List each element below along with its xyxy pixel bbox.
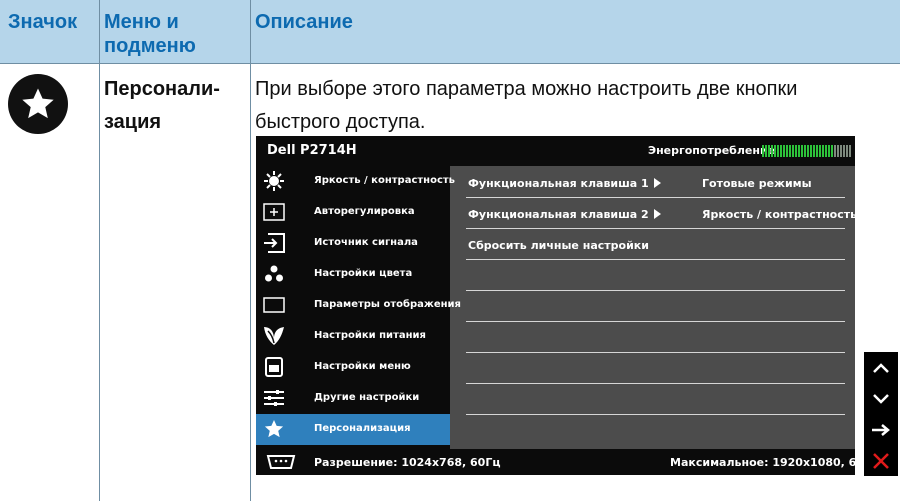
menu-item-auto-adjust[interactable]: Авторегулировка — [256, 197, 450, 228]
submenu-arrow-icon — [654, 178, 661, 188]
osd-title: Dell P2714H — [267, 143, 357, 158]
row-description: При выборе этого параметра можно настрои… — [255, 78, 798, 133]
energy-segment — [792, 145, 794, 157]
energy-segment — [813, 145, 815, 157]
row-menu-name: Персонали-зация — [104, 78, 220, 133]
menu-item-label: Яркость / контрастность — [314, 175, 455, 186]
menu-item-personalize[interactable]: Персонализация — [256, 414, 450, 445]
enter-arrow-icon[interactable] — [864, 414, 898, 445]
energy-label: Энергопотребление — [648, 144, 776, 157]
energy-segment — [807, 145, 809, 157]
energy-segment — [810, 145, 812, 157]
menu-item-other[interactable]: Другие настройки — [256, 383, 450, 414]
energy-segment — [786, 145, 788, 157]
brightness-icon — [262, 170, 286, 192]
menu-item-label: Другие настройки — [314, 392, 420, 403]
energy-segment — [846, 145, 848, 157]
leaf-icon — [262, 325, 286, 347]
submenu-row[interactable]: Функциональная клавиша 2 Яркость / контр… — [466, 199, 855, 229]
display-icon — [262, 294, 286, 316]
submenu-empty-row — [466, 385, 845, 415]
submenu-row[interactable]: Функциональная клавиша 1 Готовые режимы — [466, 168, 845, 198]
header-menu: Меню и подменю — [104, 11, 196, 57]
submenu-empty-row — [466, 354, 845, 384]
menu-item-brightness[interactable]: Яркость / контрастность — [256, 166, 455, 197]
menu-item-label: Персонализация — [314, 423, 411, 434]
column-divider — [250, 0, 251, 501]
monitor-buttons — [864, 352, 898, 476]
vga-connector-icon — [266, 454, 296, 474]
osd-screenshot: Dell P2714H Энергопотребление Яркость / … — [256, 136, 855, 475]
input-source-icon — [262, 232, 286, 254]
energy-segment — [816, 145, 818, 157]
energy-segment — [783, 145, 785, 157]
submenu-label: Функциональная клавиша 1 — [468, 177, 649, 190]
energy-segment — [828, 145, 830, 157]
submenu-empty-row — [466, 292, 845, 322]
energy-segment — [837, 145, 839, 157]
energy-segment — [762, 145, 764, 157]
header-description: Описание — [255, 11, 353, 33]
energy-segment — [834, 145, 836, 157]
submenu-value: Готовые режимы — [702, 177, 812, 190]
menu-item-menu[interactable]: Настройки меню — [256, 352, 450, 383]
energy-segment — [840, 145, 842, 157]
submenu-value: Яркость / контрастность — [702, 208, 855, 221]
column-divider — [99, 0, 100, 501]
close-x-icon[interactable] — [864, 445, 898, 476]
energy-segment — [798, 145, 800, 157]
energy-meter — [762, 145, 851, 157]
header-icon: Значок — [8, 11, 78, 33]
energy-segment — [777, 145, 779, 157]
menu-item-label: Настройки меню — [314, 361, 411, 372]
energy-segment — [849, 145, 851, 157]
energy-segment — [801, 145, 803, 157]
energy-segment — [789, 145, 791, 157]
color-dots-icon — [262, 263, 286, 285]
osd-menu: Яркость / контрастность Авторегулировка … — [256, 166, 461, 449]
submenu-empty-row — [466, 261, 845, 291]
auto-adjust-icon — [262, 201, 286, 223]
star-icon — [262, 418, 286, 440]
energy-segment — [765, 145, 767, 157]
max-resolution: Максимальное: 1920x1080, 60Гц — [670, 456, 855, 469]
current-resolution: Разрешение: 1024x768, 60Гц — [314, 456, 501, 469]
energy-segment — [795, 145, 797, 157]
osd-title-bar: Dell P2714H Энергопотребление — [256, 136, 855, 166]
menu-item-label: Настройки питания — [314, 330, 426, 341]
energy-segment — [768, 145, 770, 157]
submenu-row[interactable]: Сбросить личные настройки — [466, 230, 845, 260]
osd-status-bar: Разрешение: 1024x768, 60Гц Максимальное:… — [256, 449, 855, 475]
energy-segment — [822, 145, 824, 157]
energy-segment — [774, 145, 776, 157]
menu-item-label: Авторегулировка — [314, 206, 415, 217]
menu-item-label: Настройки цвета — [314, 268, 413, 279]
osd-submenu: Функциональная клавиша 1 Готовые режимы … — [450, 166, 855, 449]
menu-item-display[interactable]: Параметры отображения — [256, 290, 461, 321]
down-arrow-icon[interactable] — [864, 383, 898, 414]
submenu-arrow-icon — [654, 209, 661, 219]
menu-item-label: Параметры отображения — [314, 299, 461, 310]
energy-segment — [831, 145, 833, 157]
energy-segment — [843, 145, 845, 157]
sliders-icon — [262, 387, 286, 409]
menu-item-power[interactable]: Настройки питания — [256, 321, 450, 352]
menu-icon — [262, 356, 286, 378]
submenu-label: Функциональная клавиша 2 — [468, 208, 649, 221]
energy-segment — [819, 145, 821, 157]
energy-segment — [825, 145, 827, 157]
energy-segment — [780, 145, 782, 157]
menu-item-input-source[interactable]: Источник сигнала — [256, 228, 450, 259]
energy-segment — [771, 145, 773, 157]
menu-item-color[interactable]: Настройки цвета — [256, 259, 450, 290]
up-arrow-icon[interactable] — [864, 352, 898, 383]
submenu-empty-row — [466, 323, 845, 353]
menu-item-label: Источник сигнала — [314, 237, 418, 248]
submenu-label: Сбросить личные настройки — [468, 239, 649, 252]
star-icon — [8, 74, 68, 134]
header-divider — [0, 63, 900, 64]
energy-segment — [804, 145, 806, 157]
